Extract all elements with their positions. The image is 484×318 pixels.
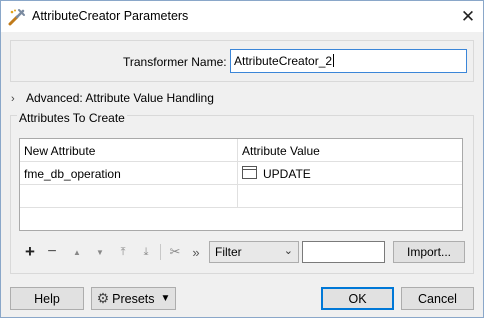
attribute-name-cell[interactable]: fme_db_operation (24, 167, 121, 181)
table-row-empty[interactable] (20, 185, 462, 208)
filter-dropdown-value: Filter (215, 245, 242, 259)
gear-icon: ⚙ (96, 290, 110, 306)
presets-label: Presets (112, 291, 155, 306)
text-editor-icon[interactable] (242, 166, 257, 179)
filter-dropdown[interactable]: Filter ⌄ (209, 241, 299, 263)
add-icon[interactable]: + (21, 242, 39, 262)
more-icon[interactable]: » (187, 242, 205, 262)
window-title: AttributeCreator Parameters (32, 9, 189, 23)
chevron-down-icon: ⌄ (283, 245, 293, 257)
close-icon: ✕ (460, 6, 476, 26)
advanced-section-label: Advanced: Attribute Value Handling (26, 91, 214, 105)
ok-button[interactable]: OK (321, 287, 394, 310)
transformer-name-label: Transformer Name: (123, 55, 227, 69)
table-row[interactable]: fme_db_operation UPDATE (20, 162, 462, 185)
dialog-window: AttributeCreator Parameters ✕ Transforme… (0, 0, 484, 318)
table-toolbar: + − ▲ ▼ ⤒ ⤓ ✂ » Filter ⌄ Import... (19, 240, 465, 264)
presets-button[interactable]: ⚙ Presets ▼ (91, 287, 176, 310)
cut-icon[interactable]: ✂ (166, 242, 184, 262)
move-down-icon[interactable]: ▼ (91, 242, 109, 262)
chevron-right-icon: › (11, 93, 15, 105)
caret-down-icon: ▼ (160, 293, 171, 304)
cancel-button[interactable]: Cancel (401, 287, 474, 310)
column-header-attribute-value[interactable]: Attribute Value (242, 144, 320, 158)
remove-icon[interactable]: − (43, 242, 61, 262)
column-header-new-attribute[interactable]: New Attribute (24, 144, 95, 158)
attribute-value-cell[interactable]: UPDATE (263, 167, 311, 181)
toolbar-separator (160, 244, 161, 260)
table-header: New Attribute Attribute Value (20, 139, 462, 162)
move-up-icon[interactable]: ▲ (68, 242, 86, 262)
filter-text-input[interactable] (302, 241, 385, 263)
move-top-icon[interactable]: ⤒ (114, 242, 132, 262)
title-bar: AttributeCreator Parameters ✕ (1, 1, 483, 32)
transformer-icon (8, 9, 25, 26)
import-button[interactable]: Import... (393, 241, 465, 263)
attributes-group-label: Attributes To Create (17, 111, 127, 125)
transformer-name-value: AttributeCreator_2 (234, 54, 335, 68)
transformer-name-group: Transformer Name: AttributeCreator_2 (10, 40, 474, 82)
advanced-section-toggle[interactable]: › Advanced: Attribute Value Handling (11, 91, 214, 105)
close-button[interactable]: ✕ (453, 1, 483, 32)
attributes-table: New Attribute Attribute Value fme_db_ope… (19, 138, 463, 231)
move-bottom-icon[interactable]: ⤓ (137, 242, 155, 262)
help-button[interactable]: Help (10, 287, 84, 310)
